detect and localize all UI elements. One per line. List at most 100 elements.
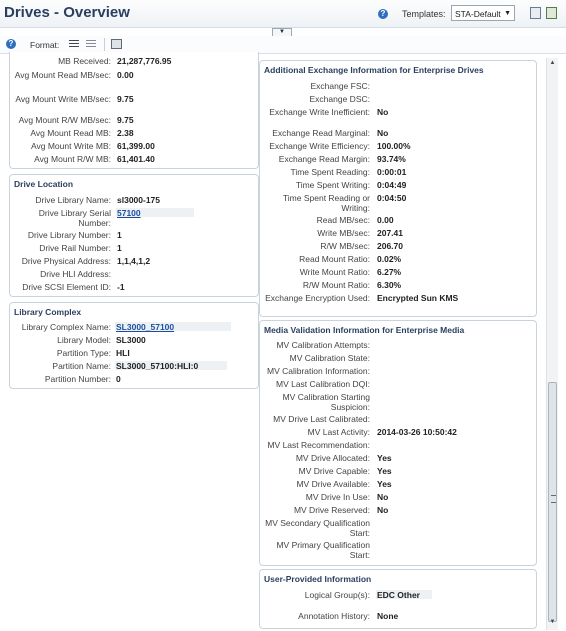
field-label: MV Drive Reserved:: [293, 505, 370, 515]
field-label: Exchange Read Marginal:: [272, 128, 370, 138]
field-label: Drive Physical Address:: [21, 256, 111, 266]
field-label: Exchange Write Efficiency:: [269, 141, 370, 151]
format-label: Format:: [30, 40, 60, 50]
templates-select-value: STA-Default: [455, 9, 501, 19]
field-label: Read MB/sec:: [316, 215, 370, 225]
help-icon[interactable]: ?: [6, 39, 16, 49]
field-label: Write Mount Ratio:: [299, 267, 370, 277]
field-value: 61,401.40: [117, 154, 155, 164]
media-validation-panel: Media Validation Information for Enterpr…: [259, 320, 537, 566]
exchange-info-title: Additional Exchange Information for Ente…: [264, 65, 484, 75]
field-value: -1: [117, 282, 125, 292]
field-label: Write MB/sec:: [317, 228, 370, 238]
field-label: Logical Group(s):: [304, 590, 370, 600]
field-label: Exchange Write Inefficient:: [269, 107, 370, 117]
field-value: SL3000_57100:HLI:0: [116, 361, 199, 371]
field-label: Time Spent Reading or Writing:: [282, 193, 370, 213]
field-label: MV Calibration State:: [289, 353, 370, 363]
scroll-thumb[interactable]: [548, 382, 557, 622]
field-label: Drive SCSI Element ID:: [22, 282, 111, 292]
field-label: Avg Mount Write MB/sec:: [15, 94, 111, 104]
field-label: MV Drive Available:: [296, 479, 370, 489]
field-label: Read Mount Ratio:: [299, 254, 370, 264]
field-value: 2014-03-26 10:50:42: [377, 427, 457, 437]
chevron-down-icon: ▼: [504, 10, 511, 17]
grip-icon: [551, 495, 556, 503]
field-value: No: [377, 492, 389, 502]
field-value: 9.75: [117, 94, 134, 104]
print-icon[interactable]: [111, 39, 122, 49]
field-label: MV Drive Capable:: [298, 466, 370, 476]
field-label: Time Spent Writing:: [295, 180, 370, 190]
field-label: Avg Mount Write MB:: [31, 141, 111, 151]
field-label: MV Primary Qualification Start:: [276, 540, 370, 560]
field-label: MV Secondary Qualification Start:: [265, 518, 370, 538]
title-bar: Drives - Overview ? Templates: STA-Defau…: [0, 0, 566, 28]
field-label: Partition Type:: [56, 348, 111, 358]
field-label: Exchange DSC:: [309, 94, 370, 104]
library-complex-title: Library Complex: [14, 307, 82, 317]
field-label: MV Calibration Starting Suspicion:: [282, 392, 370, 412]
field-label: MV Calibration Attempts:: [276, 340, 370, 350]
field-label: Exchange FSC:: [310, 81, 370, 91]
field-value: Yes: [377, 466, 392, 476]
field-value[interactable]: 57100: [117, 208, 141, 218]
field-label: Partition Name:: [52, 361, 111, 371]
field-value: Encrypted Sun KMS: [377, 293, 459, 303]
field-label: Drive Library Name:: [35, 195, 111, 205]
field-label: Drive Rail Number:: [39, 243, 111, 253]
field-value: 61,399.00: [117, 141, 155, 151]
toolbar-separator: [104, 38, 105, 51]
field-value: 6.27%: [377, 267, 402, 277]
field-value[interactable]: SL3000_57100: [116, 322, 174, 332]
field-value: Yes: [377, 453, 392, 463]
field-label: Exchange Encryption Used:: [265, 293, 370, 303]
user-info-panel: User-Provided Information Logical Group(…: [259, 569, 537, 629]
field-value: 0:04:50: [377, 193, 407, 203]
drive-location-panel: Drive Location Drive Library Name: sl3000…: [9, 174, 259, 297]
field-value: HLI: [116, 348, 130, 358]
field-value: 0.02%: [377, 254, 402, 264]
field-value: 0:04:49: [377, 180, 407, 190]
list-format-icon[interactable]: [69, 40, 79, 48]
field-label: MV Last Calibration DQI:: [275, 379, 370, 389]
scroll-down-icon[interactable]: ▼: [548, 618, 557, 627]
field-label: R/W MB/sec:: [320, 241, 370, 251]
field-value: 206.70: [377, 241, 403, 251]
field-label: Annotation History:: [298, 611, 370, 621]
field-label: Drive Library Serial Number:: [38, 208, 111, 228]
field-label: MV Drive Allocated:: [295, 453, 370, 463]
field-value: 0:00:01: [377, 167, 407, 177]
manage-templates-icon[interactable]: [546, 7, 557, 19]
field-value: 21,287,776.95: [117, 56, 172, 66]
help-icon[interactable]: ?: [378, 9, 388, 19]
field-label: MB Received:: [58, 56, 111, 66]
field-label: Avg Mount R/W MB:: [34, 154, 111, 164]
field-label: Avg Mount Read MB/sec:: [14, 70, 111, 80]
field-value: 1: [117, 230, 122, 240]
field-value: No: [377, 505, 389, 515]
field-label: R/W Mount Ratio:: [302, 280, 370, 290]
templates-select[interactable]: STA-Default ▼: [451, 5, 515, 21]
field-value: 6.30%: [377, 280, 402, 290]
field-value: None: [377, 611, 399, 621]
user-info-title: User-Provided Information: [264, 574, 372, 584]
field-value: 93.74%: [377, 154, 406, 164]
media-validation-title: Media Validation Information for Enterpr…: [264, 325, 465, 335]
vertical-scrollbar[interactable]: ▲ ▼: [546, 58, 558, 630]
page-title: Drives - Overview: [4, 4, 130, 21]
drive-location-title: Drive Location: [14, 179, 74, 189]
field-label: MV Last Recommendation:: [267, 440, 370, 450]
field-label: Library Model:: [57, 335, 111, 345]
field-label: Partition Number:: [44, 374, 111, 384]
save-template-icon[interactable]: [530, 7, 541, 19]
drive-stats-panel: MB Received: 21,287,776.95 Avg Mount Read …: [9, 52, 259, 169]
field-label: Exchange Read Margin:: [278, 154, 370, 164]
field-value: No: [377, 128, 389, 138]
scroll-up-icon[interactable]: ▲: [548, 59, 557, 68]
templates-label: Templates:: [402, 9, 446, 19]
field-label: Drive Library Number:: [27, 230, 111, 240]
field-label: Drive HLI Address:: [40, 269, 111, 279]
exchange-info-panel: Additional Exchange Information for Ente…: [259, 60, 537, 317]
grid-format-icon[interactable]: [86, 40, 96, 48]
